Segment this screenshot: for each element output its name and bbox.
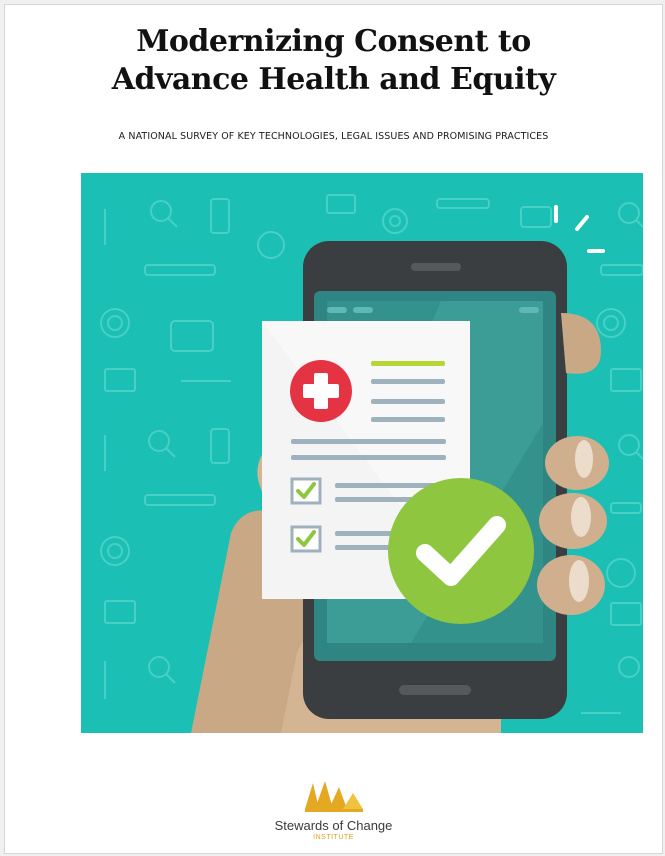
title-line-2: Advance Health and Equity [111,62,556,97]
title-line-1: Modernizing Consent to [136,24,531,59]
organization-subtitle: INSTITUTE [313,834,354,841]
document-subtitle: A NATIONAL SURVEY OF KEY TECHNOLOGIES, L… [118,131,549,142]
phone-speaker [411,263,461,271]
phone-consent-illustration [81,173,643,733]
stewards-mountains-icon [304,781,363,812]
organization-name: Stewards of Change [274,818,393,833]
approved-check-icon [388,478,534,624]
organization-logo: Stewards of Change INSTITUTE [5,777,662,841]
form-header-line [371,361,445,366]
document-page: Modernizing Consent to Advance Health an… [4,4,663,854]
cover-illustration [81,173,643,733]
document-title: Modernizing Consent to Advance Health an… [5,23,662,99]
phone-home-bar [399,685,471,695]
